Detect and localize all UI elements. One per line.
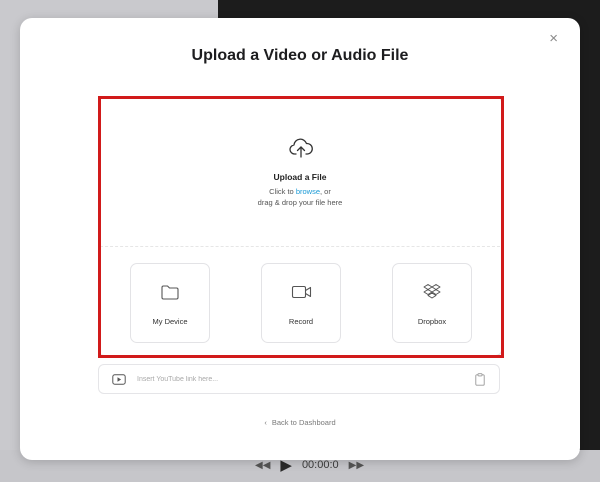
cloud-upload-icon xyxy=(289,138,313,158)
upload-instructions: Click to browse, or xyxy=(99,187,501,196)
chevron-left-icon: ‹ xyxy=(264,418,267,427)
youtube-link-field[interactable] xyxy=(98,364,500,394)
record-label: Record xyxy=(288,317,314,326)
rewind-icon[interactable]: ◀◀ xyxy=(255,460,270,471)
player-time: 00:00:0 xyxy=(301,459,339,471)
folder-icon xyxy=(161,285,179,300)
back-to-dashboard-label: Back to Dashboard xyxy=(271,418,336,427)
clipboard-icon[interactable] xyxy=(475,373,485,386)
upload-drop-zone[interactable]: Upload a File Click to browse, or drag &… xyxy=(98,96,502,356)
youtube-link-input[interactable] xyxy=(137,372,457,386)
browse-link[interactable]: browse xyxy=(296,187,320,196)
my-device-label: My Device xyxy=(152,317,188,326)
upload-instruction-suffix: , or xyxy=(320,187,331,196)
upload-title: Upload a File xyxy=(273,172,327,182)
close-icon[interactable]: × xyxy=(549,30,558,47)
dropbox-label: Dropbox xyxy=(417,317,447,326)
modal-title: Upload a Video or Audio File xyxy=(191,47,409,64)
upload-instruction-prefix: Click to xyxy=(269,187,296,196)
dropbox-button[interactable]: Dropbox xyxy=(392,263,472,343)
divider xyxy=(100,246,500,247)
dropbox-icon xyxy=(423,284,441,299)
record-button[interactable]: Record xyxy=(261,263,341,343)
video-camera-icon xyxy=(291,285,312,299)
back-to-dashboard-link[interactable]: ‹ Back to Dashboard xyxy=(20,418,580,427)
drag-drop-hint: drag & drop your file here xyxy=(257,198,343,207)
my-device-button[interactable]: My Device xyxy=(130,263,210,343)
fast-forward-icon[interactable]: ▶▶ xyxy=(349,460,364,471)
youtube-play-icon xyxy=(112,374,126,385)
upload-modal: × Upload a Video or Audio File Upload a … xyxy=(20,18,580,460)
